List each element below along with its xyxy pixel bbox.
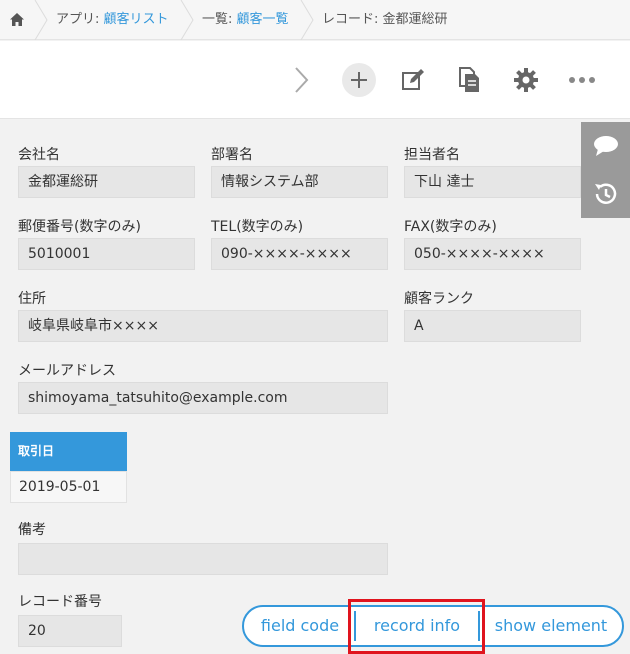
rank-label: 顧客ランク xyxy=(404,291,474,307)
breadcrumb-list-link[interactable]: 顧客一覧 xyxy=(237,12,289,27)
breadcrumb-separator-icon xyxy=(34,0,48,40)
show-element-button[interactable]: show element xyxy=(480,607,622,645)
copy-icon[interactable] xyxy=(452,63,486,97)
contact-label: 担当者名 xyxy=(404,147,460,163)
department-label: 部署名 xyxy=(211,147,253,163)
more-icon[interactable] xyxy=(565,63,599,97)
trade-date-label: 取引日 xyxy=(10,432,127,471)
record-number-label: レコード番号 xyxy=(18,594,102,610)
home-icon[interactable] xyxy=(0,0,34,40)
breadcrumb-list-prefix: 一覧: xyxy=(202,12,237,27)
chevron-right-icon[interactable] xyxy=(284,63,318,97)
email-label: メールアドレス xyxy=(18,363,116,379)
breadcrumb: アプリ: 顧客リスト 一覧: 顧客一覧 レコード: 金都運総研 xyxy=(0,0,630,40)
address-label: 住所 xyxy=(18,291,46,307)
tel-value: 090-××××-×××× xyxy=(211,238,388,270)
side-panel xyxy=(581,122,630,218)
notes-label: 備考 xyxy=(18,522,46,538)
field-code-button[interactable]: field code xyxy=(244,607,356,645)
rank-value: A xyxy=(404,310,581,342)
email-value: shimoyama_tatsuhito@example.com xyxy=(18,382,388,414)
comment-icon[interactable] xyxy=(581,122,630,170)
gear-icon[interactable] xyxy=(509,63,543,97)
trade-date-value: 2019-05-01 xyxy=(10,471,127,503)
postal-value: 5010001 xyxy=(18,238,195,270)
address-value: 岐阜県岐阜市×××× xyxy=(18,310,388,342)
record-info-highlight xyxy=(348,599,485,654)
contact-value: 下山 達士 xyxy=(404,166,581,198)
edit-icon[interactable] xyxy=(396,63,430,97)
breadcrumb-app-prefix: アプリ: xyxy=(56,12,104,27)
fax-value: 050-××××-×××× xyxy=(404,238,581,270)
notes-value xyxy=(18,543,388,575)
breadcrumb-list[interactable]: 一覧: 顧客一覧 xyxy=(202,0,289,40)
company-value: 金都運総研 xyxy=(18,166,195,198)
plus-icon[interactable] xyxy=(342,63,376,97)
breadcrumb-app-link[interactable]: 顧客リスト xyxy=(104,12,169,27)
breadcrumb-separator-icon xyxy=(300,0,314,40)
department-value: 情報システム部 xyxy=(211,166,388,198)
breadcrumb-record: レコード: 金都運総研 xyxy=(322,12,448,27)
record-toolbar xyxy=(0,41,630,119)
company-label: 会社名 xyxy=(18,147,60,163)
breadcrumb-app[interactable]: アプリ: 顧客リスト xyxy=(56,0,169,40)
postal-label: 郵便番号(数字のみ) xyxy=(18,219,141,235)
fax-label: FAX(数字のみ) xyxy=(404,219,497,235)
tel-label: TEL(数字のみ) xyxy=(211,219,304,235)
breadcrumb-separator-icon xyxy=(180,0,194,40)
record-number-value: 20 xyxy=(18,615,122,647)
history-icon[interactable] xyxy=(581,170,630,218)
